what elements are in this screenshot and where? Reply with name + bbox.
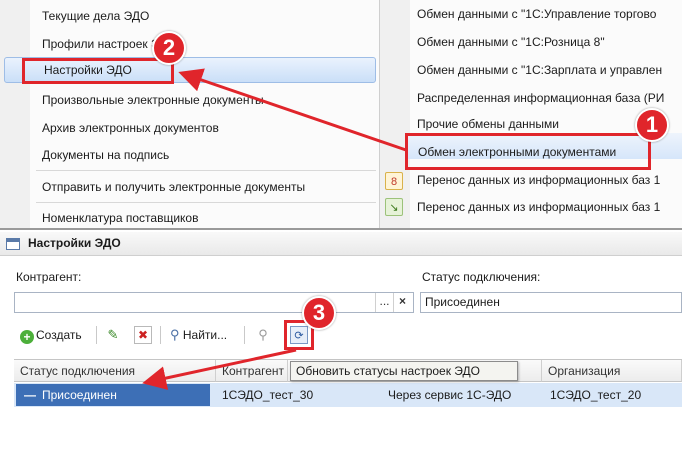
arrow-to-edo-settings bbox=[178, 68, 407, 152]
annotation-arrows bbox=[142, 68, 407, 390]
annotation-badge-1: 1 bbox=[635, 108, 669, 142]
annotation-badge-3: 3 bbox=[302, 296, 336, 330]
annotation-badge-2: 2 bbox=[152, 31, 186, 65]
arrow-to-connected-row bbox=[142, 348, 297, 390]
